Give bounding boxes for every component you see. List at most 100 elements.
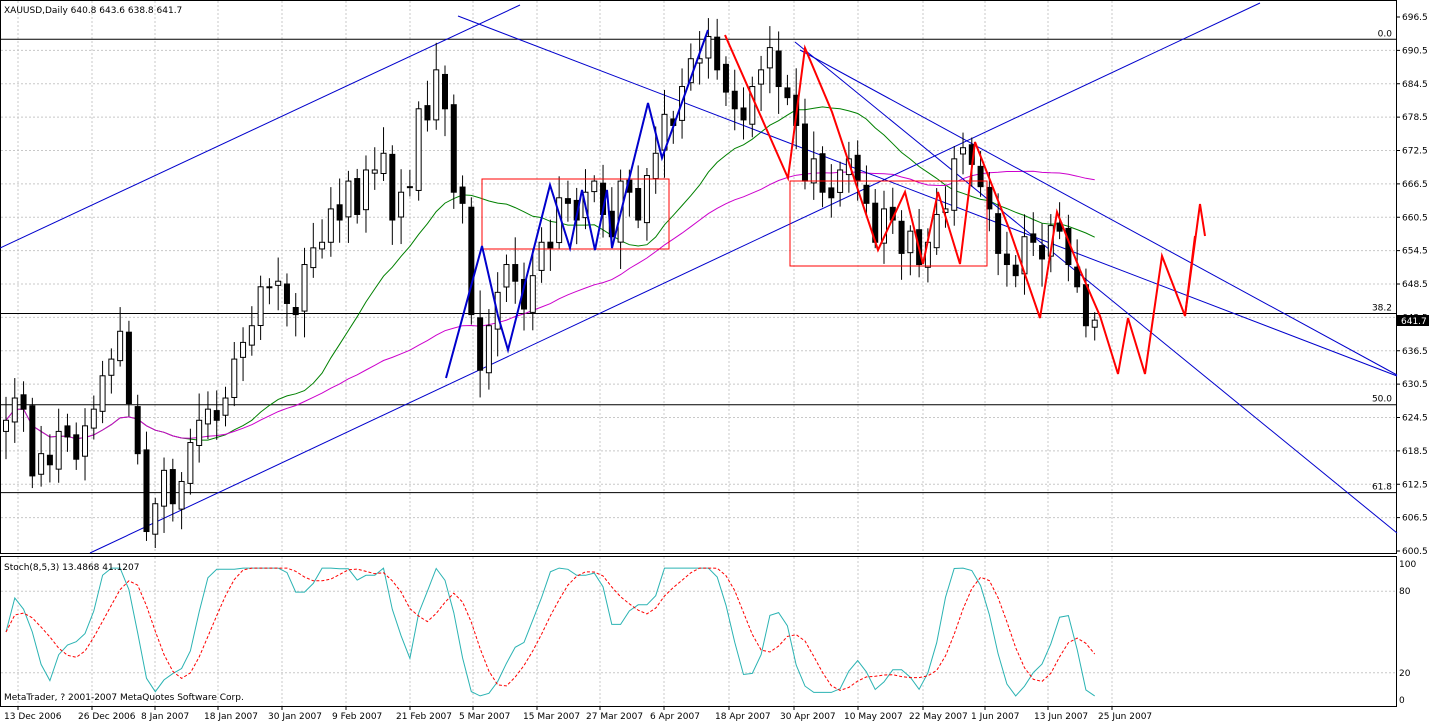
bull-candle	[99, 375, 106, 412]
y-tick-label: 612.5	[1402, 480, 1428, 490]
bull-candle	[204, 408, 211, 425]
x-tick-label: 6 Apr 2007	[650, 712, 700, 722]
bull-candle	[406, 186, 413, 189]
bull-candle	[951, 158, 958, 211]
x-tick-label: 18 Jan 2007	[204, 712, 258, 722]
metatrader-chart[interactable]: 0.0 38.2 50.0 61.8 696.5 690.5 684.5 678.5 672.…	[0, 0, 1434, 723]
bear-candle	[442, 73, 448, 110]
bear-candle	[336, 204, 343, 221]
bull-candle	[503, 264, 510, 288]
bear-candle	[714, 36, 721, 71]
stoch-chart-frame	[0, 556, 1397, 707]
bear-candle	[1074, 266, 1081, 288]
bear-candle	[424, 105, 431, 121]
bear-candle	[731, 90, 738, 110]
bear-candle	[854, 154, 861, 182]
bear-candle	[64, 425, 71, 438]
bull-candle	[907, 230, 914, 254]
bear-candle	[125, 331, 132, 405]
y-tick-label: 648.5	[1402, 280, 1428, 290]
y-tick-label: 678.5	[1402, 113, 1428, 123]
stoch-tick-label: 0	[1399, 696, 1405, 706]
y-tick-label: 636.5	[1402, 347, 1428, 357]
bull-candle	[766, 47, 773, 69]
bull-candle	[652, 152, 659, 180]
bear-candle	[1003, 253, 1010, 266]
time-axis: 13 Dec 2006 26 Dec 2006 8 Jan 2007 18 Jan 2…	[4, 706, 1152, 722]
fib-label: 61.8	[1372, 483, 1392, 493]
x-tick-label: 9 Feb 2007	[332, 712, 382, 722]
bear-candle	[547, 241, 554, 249]
bull-candle	[161, 469, 168, 507]
bull-candle	[319, 241, 326, 250]
fib-label: 50.0	[1372, 395, 1392, 405]
bull-candle	[960, 147, 967, 155]
x-tick-label: 18 Apr 2007	[715, 712, 771, 722]
bear-candle	[354, 178, 361, 215]
bear-candle	[1030, 233, 1037, 243]
x-tick-label: 27 Mar 2007	[586, 712, 643, 722]
bear-candle	[20, 394, 27, 410]
bull-candle	[82, 425, 89, 457]
y-tick-label: 696.5	[1402, 13, 1428, 23]
y-tick-label: 654.5	[1402, 247, 1428, 257]
bear-candle	[459, 186, 466, 204]
x-tick-label: 26 Dec 2006	[78, 712, 136, 722]
x-tick-label: 15 Mar 2007	[523, 712, 580, 722]
y-tick-label: 672.5	[1402, 147, 1428, 157]
bear-candle	[863, 184, 870, 204]
stoch-tick-label: 100	[1399, 560, 1416, 570]
y-tick-label: 606.5	[1402, 514, 1428, 524]
x-tick-label: 13 Jun 2007	[1034, 712, 1088, 722]
bear-candle	[801, 123, 808, 182]
bull-candle	[371, 169, 378, 174]
bear-candle	[46, 454, 53, 466]
bear-candle	[819, 153, 826, 193]
bull-candle	[362, 169, 369, 211]
y-tick-label: 660.5	[1402, 213, 1428, 223]
x-tick-label: 22 May 2007	[909, 712, 968, 722]
bear-candle	[995, 213, 1002, 254]
bear-candle	[722, 63, 729, 93]
bear-candle	[1082, 284, 1089, 327]
x-tick-label: 8 Jan 2007	[141, 712, 189, 722]
x-tick-label: 1 Jun 2007	[971, 712, 1019, 722]
bull-candle	[810, 158, 817, 184]
stoch-tick-label: 80	[1399, 587, 1411, 597]
bull-candle	[108, 358, 115, 376]
bear-candle	[898, 220, 905, 254]
bull-candle	[758, 69, 765, 85]
x-tick-label: 13 Dec 2006	[4, 712, 62, 722]
bear-candle	[775, 50, 782, 88]
main-chart-header: XAUUSD,Daily 640.8 643.6 638.8 641.7	[4, 6, 182, 16]
bull-candle	[415, 108, 422, 191]
y-tick-label: 666.5	[1402, 180, 1428, 190]
bear-candle	[784, 87, 791, 99]
bull-candle	[485, 325, 492, 374]
bull-candle	[257, 286, 264, 327]
bull-candle	[55, 430, 62, 470]
bull-candle	[310, 247, 317, 269]
bear-candle	[283, 283, 290, 304]
y-tick-label: 690.5	[1402, 46, 1428, 56]
bear-candle	[1012, 264, 1019, 277]
bull-candle	[275, 280, 282, 286]
y-tick-label: 630.5	[1402, 380, 1428, 390]
bear-candle	[143, 449, 150, 533]
y-tick-label: 684.5	[1402, 80, 1428, 90]
bear-candle	[29, 405, 36, 477]
bull-candle	[240, 341, 247, 358]
fib-label: 38.2	[1372, 303, 1392, 313]
bull-candle	[117, 330, 124, 362]
bear-candle	[134, 406, 141, 455]
bear-candle	[477, 317, 484, 371]
bull-candle	[327, 208, 334, 243]
bull-candle	[398, 191, 405, 218]
bull-candle	[187, 442, 194, 484]
bull-candle	[643, 175, 650, 224]
x-tick-label: 10 May 2007	[844, 712, 903, 722]
price-axis: 696.5 690.5 684.5 678.5 672.5 666.5 660.5 654.5…	[1396, 13, 1428, 557]
y-tick-label: 600.5	[1402, 547, 1428, 557]
bear-candle	[512, 264, 519, 282]
bear-candle	[740, 107, 747, 121]
